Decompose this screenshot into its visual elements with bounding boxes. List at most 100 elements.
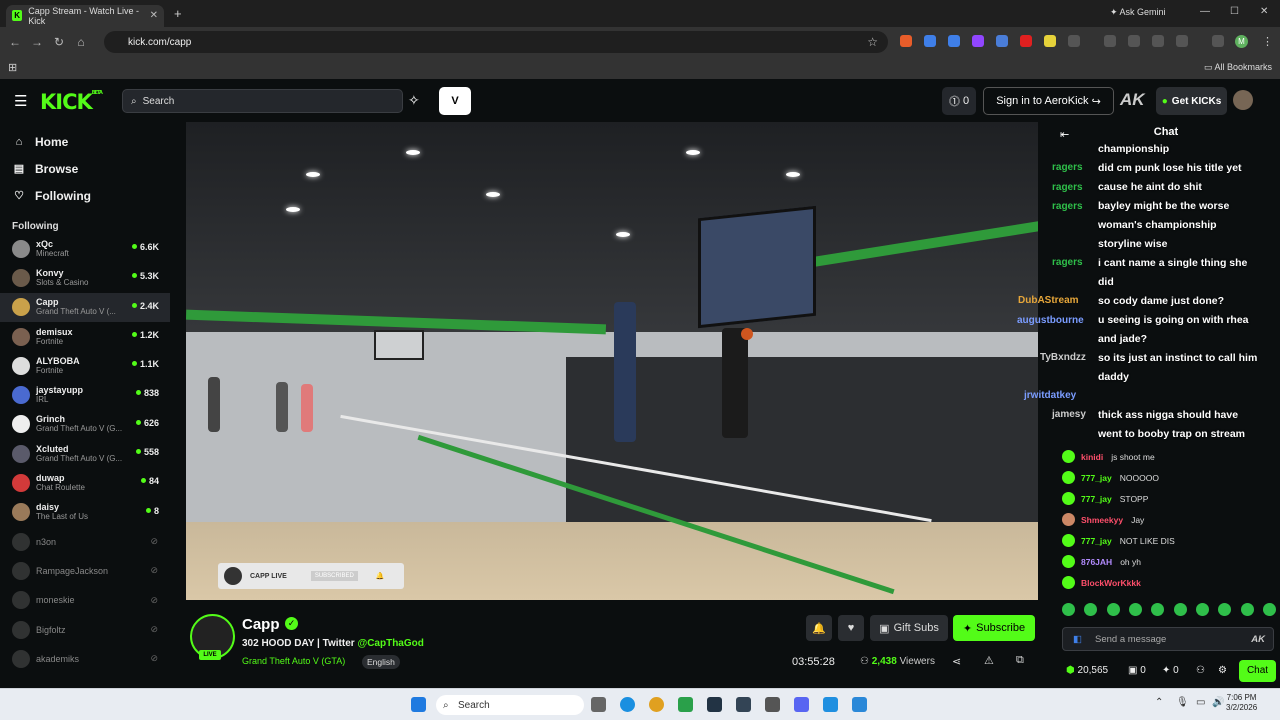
menu-dots-icon[interactable]: ⋮ (1262, 35, 1273, 48)
extensions-puzzle-icon[interactable] (1068, 35, 1080, 47)
volume-icon[interactable]: 🔊 (1212, 697, 1224, 708)
emote-icon[interactable] (1106, 603, 1120, 616)
toolbar-icon[interactable] (1152, 35, 1164, 47)
emote-icon[interactable] (1218, 603, 1232, 616)
sign-in-button[interactable]: Sign in to AeroKick ↪ (983, 87, 1114, 115)
toolbar-icon[interactable] (1128, 35, 1140, 47)
language-tag[interactable]: English (362, 655, 400, 669)
chat-username[interactable]: 777_jay (1081, 473, 1112, 483)
app-icon[interactable] (678, 697, 693, 712)
hamburger-menu-icon[interactable]: ☰ (14, 92, 27, 110)
forward-icon[interactable]: → (26, 35, 48, 49)
video-overlay-card[interactable]: CAPP LIVE SUBSCRIBED 🔔 (218, 563, 404, 589)
app-icon[interactable] (852, 697, 867, 712)
emote-icon[interactable] (1084, 603, 1098, 616)
mic-icon[interactable]: 🎙 (1176, 697, 1189, 708)
apps-grid-icon[interactable]: ⊞ (8, 61, 17, 74)
gift-counter[interactable]: ▣ 0 (1128, 665, 1146, 676)
nav-home[interactable]: ⌂ Home (0, 128, 170, 155)
category-link[interactable]: Grand Theft Auto V (GTA) (242, 656, 345, 666)
back-icon[interactable]: ← (4, 35, 26, 49)
emote-icon[interactable] (1262, 603, 1276, 616)
extension-icon[interactable] (948, 35, 960, 47)
aerokick-icon[interactable]: AK (1251, 634, 1265, 645)
users-icon[interactable]: ⚇ (1196, 665, 1205, 676)
chat-message[interactable]: Shmeekyy Jay (1062, 509, 1276, 530)
emote-icon[interactable] (1195, 603, 1209, 616)
chat-message[interactable]: 777_jay NOOOOO (1062, 467, 1276, 488)
maximize-icon[interactable]: ☐ (1230, 6, 1239, 17)
user-avatar[interactable] (1233, 90, 1253, 110)
task-view-icon[interactable] (591, 697, 606, 712)
followed-channel[interactable]: xQc Minecraft 6.6K (0, 234, 170, 263)
get-kicks-button[interactable]: ● Get KICKs (1156, 87, 1227, 115)
followed-channel[interactable]: jaystayupp IRL 838 (0, 380, 170, 409)
app-icon[interactable] (823, 697, 838, 712)
chat-message[interactable]: BlockWorKkkk (1062, 572, 1276, 593)
ask-gemini-button[interactable]: ✦ Ask Gemini (1110, 7, 1166, 18)
report-icon[interactable]: ⚠ (984, 654, 994, 667)
followed-channel[interactable]: Konvy Slots & Casino 5.3K (0, 263, 170, 292)
emote-picker-icon[interactable]: ◧ (1073, 634, 1082, 645)
subscribe-button[interactable]: ✦ Subscribe (953, 615, 1035, 641)
extension-icon[interactable] (996, 35, 1008, 47)
offline-channel[interactable]: moneskie ⊘ (0, 586, 170, 615)
sparkle-icon[interactable]: ✧ (408, 92, 420, 109)
nav-following[interactable]: ♡ Following (0, 182, 170, 209)
network-icon[interactable]: ▭ (1196, 697, 1205, 708)
windows-start-icon[interactable] (411, 697, 426, 712)
notify-bell-button[interactable]: 🔔 (806, 615, 832, 641)
chat-message[interactable]: 777_jay STOPP (1062, 488, 1276, 509)
steam-icon[interactable] (707, 697, 722, 712)
follow-heart-button[interactable]: ♥ (838, 615, 864, 641)
followed-channel[interactable]: demisux Fortnite 1.2K (0, 322, 170, 351)
browser-tab[interactable]: K Capp Stream - Watch Live - Kick ✕ (6, 4, 164, 27)
twitter-link[interactable]: @CapThaGod (357, 638, 423, 649)
clip-icon[interactable]: ⧉ (1016, 654, 1024, 667)
edge-icon[interactable] (620, 697, 635, 712)
chat-username[interactable]: Shmeekyy (1081, 515, 1123, 525)
kick-app-icon[interactable]: V (439, 87, 471, 115)
extension-icon[interactable] (972, 35, 984, 47)
followed-channel[interactable]: Grinch Grand Theft Auto V (G... 626 (0, 410, 170, 439)
chat-username[interactable]: 777_jay (1081, 494, 1112, 504)
toolbar-icon[interactable] (1104, 35, 1116, 47)
followed-channel[interactable]: daisy The Last of Us 8 (0, 498, 170, 527)
system-clock[interactable]: 7:06 PM 3/2/2026 (1226, 693, 1257, 713)
chat-message[interactable]: 777_jay NOT LIKE DIS (1062, 530, 1276, 551)
toolbar-icon[interactable] (1212, 35, 1224, 47)
reload-icon[interactable]: ↻ (48, 35, 70, 49)
notifications-button[interactable]: ⓵ 0 (942, 87, 976, 115)
bookmark-star-icon[interactable]: ☆ (867, 35, 878, 49)
channel-name[interactable]: Capp (242, 616, 280, 633)
taskbar-search[interactable]: ⌕ Search (436, 695, 584, 715)
app-icon[interactable] (765, 697, 780, 712)
search-input[interactable]: ⌕ Search (122, 89, 403, 113)
download-icon[interactable] (1176, 35, 1188, 47)
chrome-icon[interactable] (649, 697, 664, 712)
send-chat-button[interactable]: Chat (1239, 660, 1276, 682)
home-icon[interactable]: ⌂ (70, 35, 92, 49)
chat-username[interactable]: 777_jay (1081, 536, 1112, 546)
emote-icon[interactable] (1062, 603, 1075, 616)
offline-channel[interactable]: RampageJackson ⊘ (0, 556, 170, 585)
emote-icon[interactable] (1151, 603, 1165, 616)
channel-points[interactable]: ⬢ 20,565 (1066, 665, 1108, 676)
chat-username[interactable]: 876JAH (1081, 557, 1112, 567)
close-tab-icon[interactable]: ✕ (150, 10, 158, 21)
minimize-icon[interactable]: — (1200, 6, 1210, 17)
offline-channel[interactable]: Bigfoltz ⊘ (0, 615, 170, 644)
new-tab-button[interactable]: + (174, 6, 182, 21)
followed-channel[interactable]: ALYBOBA Fortnite 1.1K (0, 351, 170, 380)
gift-subs-button[interactable]: ▣ Gift Subs (870, 615, 948, 641)
settings-gear-icon[interactable]: ⚙ (1218, 665, 1227, 676)
address-bar[interactable]: kick.com/capp ☆ (104, 31, 888, 53)
emote-icon[interactable] (1173, 603, 1187, 616)
close-window-icon[interactable]: ✕ (1260, 6, 1268, 17)
share-icon[interactable]: ⋖ (952, 655, 961, 668)
extension-icon[interactable] (900, 35, 912, 47)
kick-logo[interactable]: KICKBETA (40, 90, 103, 114)
offline-channel[interactable]: akademiks ⊘ (0, 644, 170, 673)
video-player[interactable] (186, 122, 1038, 600)
nav-browse[interactable]: ▤ Browse (0, 155, 170, 182)
